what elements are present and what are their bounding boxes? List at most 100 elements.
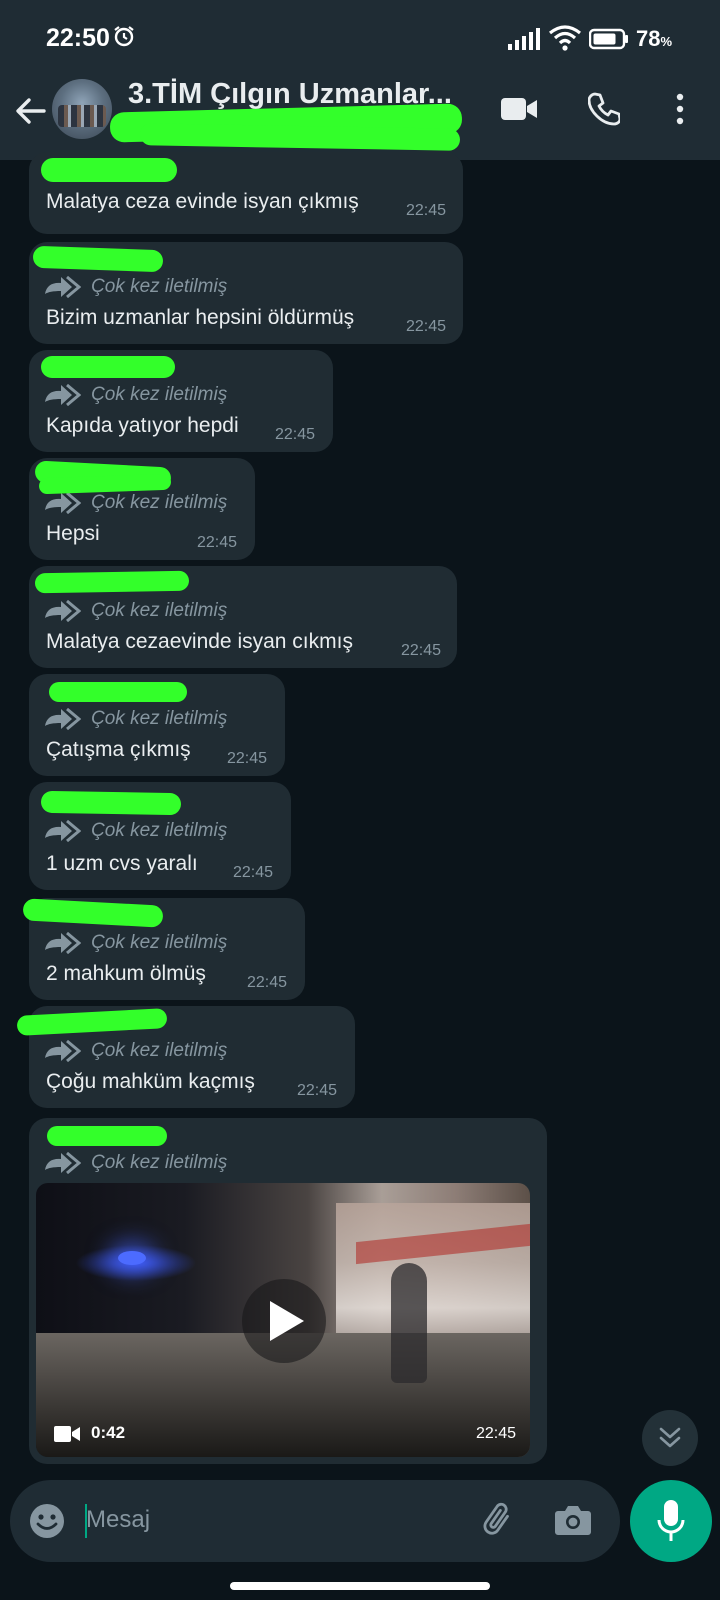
scroll-down-button[interactable] xyxy=(642,1410,698,1466)
thumbnail-wall xyxy=(336,1203,530,1353)
call-icon[interactable] xyxy=(588,92,620,126)
forwarded-label: Çok kez iletilmiş xyxy=(43,1040,227,1062)
message-text: Kapıda yatıyor hepdi xyxy=(46,414,239,437)
redaction-mark xyxy=(41,356,175,378)
message-text: Çatışma çıkmış xyxy=(46,738,191,761)
forwarded-text: Çok kez iletilmiş xyxy=(91,384,228,405)
redaction-mark xyxy=(41,158,177,182)
forwarded-label: Çok kez iletilmiş xyxy=(43,1152,227,1174)
message-bubble[interactable]: Çok kez iletilmiş Bizim uzmanlar hepsini… xyxy=(29,242,463,344)
forwarded-text: Çok kez iletilmiş xyxy=(91,600,228,621)
attach-icon[interactable] xyxy=(478,1500,518,1540)
message-time: 22:45 xyxy=(406,318,447,335)
group-avatar[interactable] xyxy=(52,79,112,139)
message-bubble[interactable]: E Malatya ceza evinde isyan çıkmış 22:45 xyxy=(29,152,463,234)
message-time: 22:45 xyxy=(197,534,238,551)
message-bubble[interactable]: Çok kez iletilmiş Çatışma çıkmış 22:45 xyxy=(29,674,285,776)
redaction-mark xyxy=(32,245,164,273)
forwarded-label: Çok kez iletilmiş xyxy=(43,492,227,514)
forward-icon xyxy=(45,492,81,514)
message-text: Bizim uzmanlar hepsini öldürmüş xyxy=(46,306,355,329)
message-text: Malatya ceza evinde isyan çıkmış xyxy=(46,190,359,213)
video-cam-icon xyxy=(54,1426,80,1442)
message-time: 22:45 xyxy=(247,974,288,991)
forward-icon xyxy=(45,820,81,842)
redaction-mark xyxy=(34,570,190,594)
home-indicator[interactable] xyxy=(230,1582,490,1590)
battery-unit: % xyxy=(660,34,673,49)
battery-percentage: 78% xyxy=(636,26,672,52)
battery-value: 78 xyxy=(636,26,661,51)
message-text: Malatya cezaevinde isyan cıkmış xyxy=(46,630,353,653)
message-bubble[interactable]: Çok kez iletilmiş Kapıda yatıyor hepdi 2… xyxy=(29,350,333,452)
thumbnail-person xyxy=(391,1263,427,1383)
menu-icon[interactable] xyxy=(672,92,688,126)
redaction-mark xyxy=(40,790,182,816)
message-time: 22:45 xyxy=(406,202,447,219)
redaction-mark xyxy=(139,123,461,151)
video-message-bubble[interactable]: Çok kez iletilmiş 0:42 22:45 xyxy=(29,1118,547,1464)
message-text: Çoğu mahküm kaçmış xyxy=(46,1070,255,1093)
message-text: 1 uzm cvs yaralı xyxy=(46,852,198,875)
forward-icon xyxy=(45,384,81,406)
message-bubble[interactable]: Çok kez iletilmiş 2 mahkum ölmüş 22:45 xyxy=(22,898,305,1000)
chevron-double-down-icon xyxy=(659,1427,681,1448)
wifi-icon xyxy=(549,25,581,51)
video-thumbnail[interactable]: 0:42 22:45 xyxy=(36,1183,530,1457)
forwarded-text: Çok kez iletilmiş xyxy=(91,1040,228,1061)
forward-icon xyxy=(45,708,81,730)
signal-icon xyxy=(508,28,540,50)
camera-icon[interactable] xyxy=(554,1502,592,1538)
forwarded-label: Çok kez iletilmiş xyxy=(43,384,227,406)
redaction-mark xyxy=(47,1126,167,1146)
message-time: 22:45 xyxy=(476,1425,517,1442)
message-input[interactable] xyxy=(86,1500,446,1540)
forward-icon xyxy=(45,1040,81,1062)
chat-header: 3.TİM Çılgın Uzmanlar... ······ ···· ···… xyxy=(0,78,720,160)
message-time: 22:45 xyxy=(401,642,442,659)
forwarded-text: Çok kez iletilmiş xyxy=(91,820,228,841)
message-bubble[interactable]: Çok kez iletilmiş Malatya cezaevinde isy… xyxy=(29,566,457,668)
redaction-mark xyxy=(22,898,164,928)
message-text: Hepsi xyxy=(46,522,100,545)
redaction-mark xyxy=(16,1008,168,1036)
message-time: 22:45 xyxy=(227,750,268,767)
message-bubble[interactable]: Çok kez iletilmiş Hepsi 22:45 xyxy=(29,458,255,560)
forwarded-label: Çok kez iletilmiş xyxy=(43,276,227,298)
message-composer xyxy=(10,1480,620,1562)
message-time: 22:45 xyxy=(297,1082,338,1099)
back-icon[interactable] xyxy=(12,92,50,130)
forward-icon xyxy=(45,600,81,622)
forwarded-text: Çok kez iletilmiş xyxy=(91,492,228,513)
message-time: 22:45 xyxy=(233,864,274,881)
redaction-mark xyxy=(49,682,187,702)
status-time: 22:50 xyxy=(46,24,110,52)
forwarded-label: Çok kez iletilmiş xyxy=(43,932,227,954)
message-list[interactable]: E Malatya ceza evinde isyan çıkmış 22:45… xyxy=(0,152,720,1464)
message-time: 22:45 xyxy=(275,426,316,443)
video-duration: 0:42 xyxy=(91,1423,126,1442)
emoji-icon[interactable] xyxy=(28,1502,66,1540)
thumbnail-light xyxy=(118,1251,146,1265)
forwarded-text: Çok kez iletilmiş xyxy=(91,932,228,953)
message-text: 2 mahkum ölmüş xyxy=(46,962,206,985)
forward-icon xyxy=(45,932,81,954)
play-button[interactable] xyxy=(242,1279,326,1363)
forwarded-label: Çok kez iletilmiş xyxy=(43,600,227,622)
status-bar: 22:50 78% xyxy=(0,0,720,78)
alarm-icon xyxy=(114,26,134,47)
mic-button[interactable] xyxy=(630,1480,712,1562)
message-bubble[interactable]: Çok kez iletilmiş Çoğu mahküm kaçmış 22:… xyxy=(16,1006,355,1108)
message-bubble[interactable]: Çok kez iletilmiş 1 uzm cvs yaralı 22:45 xyxy=(29,782,291,890)
battery-icon xyxy=(589,28,628,50)
forwarded-text: Çok kez iletilmiş xyxy=(91,1152,228,1173)
video-call-icon[interactable] xyxy=(500,94,538,124)
forwarded-label: Çok kez iletilmiş xyxy=(43,820,227,842)
mic-icon xyxy=(657,1500,685,1541)
forwarded-text: Çok kez iletilmiş xyxy=(91,276,228,297)
forward-icon xyxy=(45,1152,81,1174)
forward-icon xyxy=(45,276,81,298)
forwarded-text: Çok kez iletilmiş xyxy=(91,708,228,729)
forwarded-label: Çok kez iletilmiş xyxy=(43,708,227,730)
play-icon xyxy=(270,1301,304,1341)
